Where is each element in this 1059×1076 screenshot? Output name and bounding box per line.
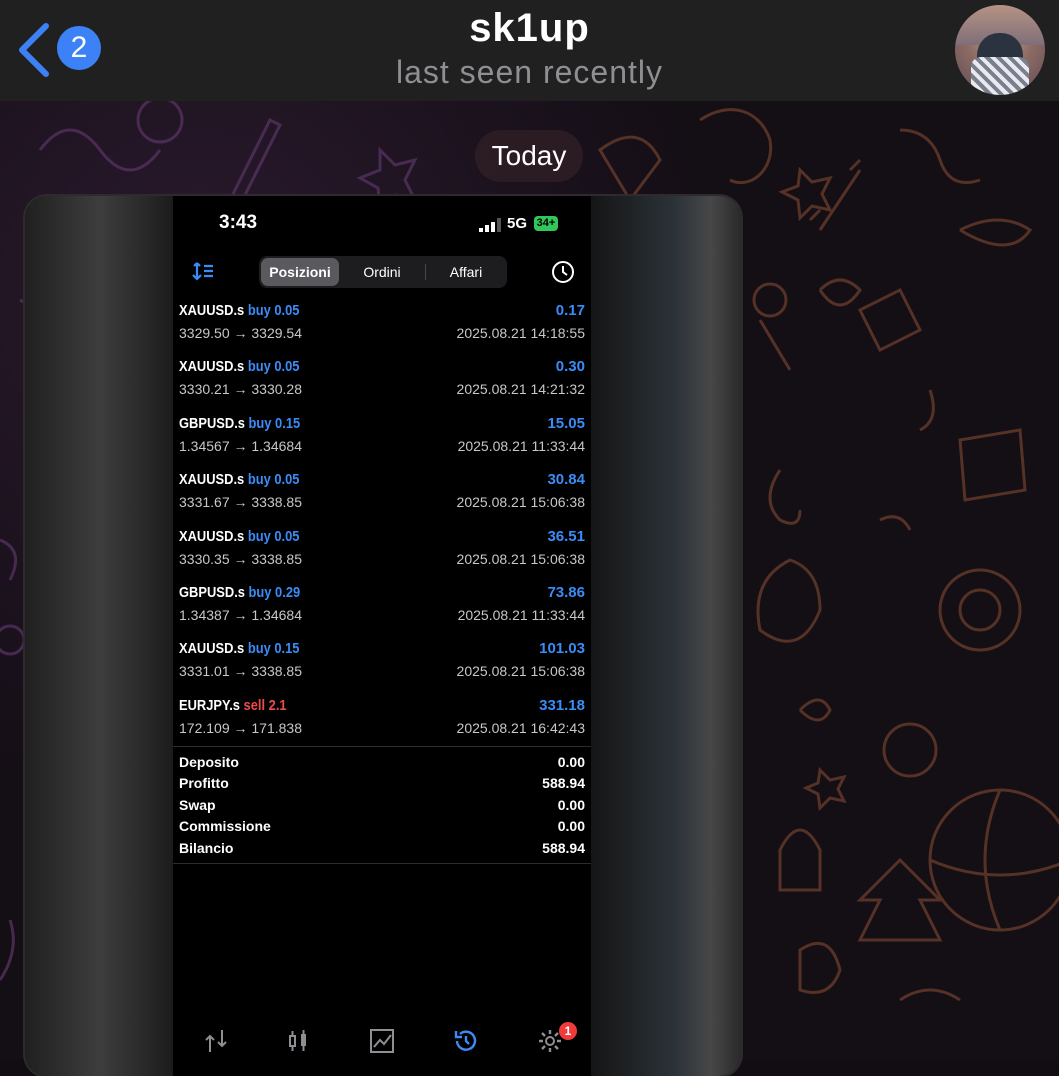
trade-row[interactable]: XAUUSD.s buy 0.05 3329.50 → 3329.54 0.17 20… — [173, 302, 591, 358]
trade-action: buy 0.05 — [247, 471, 300, 489]
trade-chart-icon[interactable] — [369, 1028, 395, 1054]
trade-symbol: XAUUSD.s — [179, 302, 245, 319]
trade-action: buy 0.05 — [247, 302, 300, 319]
summary-row: Profitto 588.94 — [179, 775, 585, 796]
phone-screenshot: 3:43 5G 34+ Posizioni Ordini Affari XAUU… — [173, 196, 591, 1076]
summary-row: Commissione 0.00 — [179, 818, 585, 839]
summary-value: 0.00 — [557, 796, 585, 813]
trade-symbol-action: EURJPY.s sell 2.1 — [179, 697, 287, 714]
tab-divider — [425, 264, 426, 280]
trade-prices: 3331.01 → 3338.85 — [179, 663, 302, 680]
tab-posizioni[interactable]: Posizioni — [261, 258, 339, 286]
image-message[interactable]: 3:43 5G 34+ Posizioni Ordini Affari XAUU… — [25, 196, 741, 1076]
trade-profit: 101.03 — [539, 640, 585, 658]
trade-action: buy 0.05 — [247, 358, 300, 376]
trade-prices: 1.34387 → 1.34684 — [179, 607, 302, 623]
trade-datetime: 2025.08.21 15:06:38 — [456, 494, 585, 511]
trade-prices: 3330.35 → 3338.85 — [179, 550, 302, 567]
tab-affari[interactable]: Affari — [427, 258, 505, 286]
summary-bottom-divider — [173, 863, 591, 864]
trade-profit: 0.30 — [555, 358, 585, 376]
trade-symbol-action: XAUUSD.s buy 0.05 — [179, 528, 299, 545]
chat-status: last seen recently — [395, 54, 663, 90]
trade-row[interactable]: XAUUSD.s buy 0.05 3330.35 → 3338.85 36.51 2… — [173, 528, 591, 584]
trade-prices: 3331.67 → 3338.85 — [179, 494, 302, 511]
clock-icon[interactable] — [551, 260, 575, 284]
trade-symbol-action: GBPUSD.s buy 0.15 — [179, 415, 300, 432]
trade-symbol-action: XAUUSD.s buy 0.05 — [179, 302, 299, 319]
summary-row: Deposito 0.00 — [179, 754, 585, 775]
settings-notification-badge: 1 — [559, 1022, 577, 1040]
trade-datetime: 2025.08.21 11:33:44 — [457, 607, 585, 623]
network-label: 5G — [507, 215, 528, 232]
summary-row: Swap 0.00 — [179, 797, 585, 818]
trade-symbol-action: GBPUSD.s buy 0.29 — [179, 584, 300, 601]
chat-title[interactable]: sk1up — [0, 6, 1059, 51]
trade-prices: 172.109 → 171.838 — [179, 719, 302, 736]
quotes-arrows-icon[interactable] — [203, 1028, 229, 1054]
trade-prices: 1.34567 → 1.34684 — [179, 437, 302, 454]
trade-profit: 30.84 — [547, 471, 585, 489]
trade-profit: 73.86 — [547, 584, 585, 601]
trade-symbol-action: XAUUSD.s buy 0.15 — [179, 640, 299, 657]
trade-row[interactable]: GBPUSD.s buy 0.29 1.34387 → 1.34684 73.86 2… — [173, 584, 591, 640]
avatar-scarf — [971, 57, 1029, 95]
trade-profit: 0.17 — [555, 302, 585, 319]
trade-datetime: 2025.08.21 14:21:32 — [456, 381, 585, 398]
trade-symbol: GBPUSD.s — [179, 584, 245, 601]
tab-ordini[interactable]: Ordini — [343, 258, 421, 286]
status-bar-time: 3:43 — [219, 212, 258, 233]
summary-label: Swap — [179, 796, 216, 813]
chat-header: 2 sk1up last seen recently — [0, 0, 1059, 101]
summary-divider — [173, 746, 591, 747]
trade-profit: 15.05 — [547, 414, 585, 432]
trade-prices: 3329.50 → 3329.54 — [179, 325, 302, 341]
trade-row[interactable]: XAUUSD.s buy 0.05 3330.21 → 3330.28 0.30 20… — [173, 358, 591, 414]
trade-action: buy 0.29 — [248, 584, 301, 601]
blurred-background-right — [591, 196, 741, 1076]
summary-value: 0.00 — [557, 754, 585, 770]
trade-profit: 36.51 — [547, 527, 585, 545]
trade-action: buy 0.15 — [247, 640, 300, 658]
summary-row: Bilancio 588.94 — [179, 840, 585, 861]
trade-symbol: XAUUSD.s — [179, 527, 245, 545]
candlestick-chart-icon[interactable] — [285, 1028, 311, 1054]
trade-row[interactable]: XAUUSD.s buy 0.15 3331.01 → 3338.85 101.03… — [173, 640, 591, 696]
trade-datetime: 2025.08.21 15:06:38 — [456, 550, 585, 567]
battery-icon: 34+ — [534, 216, 558, 231]
summary-label: Bilancio — [179, 839, 234, 856]
summary-label: Commissione — [179, 818, 271, 835]
trade-action: buy 0.05 — [247, 527, 300, 545]
trade-symbol-action: XAUUSD.s buy 0.05 — [179, 471, 299, 488]
trade-row[interactable]: XAUUSD.s buy 0.05 3331.67 → 3338.85 30.84 2… — [173, 471, 591, 527]
trade-datetime: 2025.08.21 14:18:55 — [456, 325, 585, 341]
trade-datetime: 2025.08.21 11:33:44 — [457, 437, 585, 454]
signal-icon — [479, 218, 501, 232]
trade-symbol-action: XAUUSD.s buy 0.05 — [179, 358, 299, 375]
trade-profit: 331.18 — [539, 696, 585, 714]
summary-value: 588.94 — [542, 839, 585, 856]
summary-value: 588.94 — [542, 775, 585, 792]
trade-action: sell 2.1 — [243, 696, 287, 714]
trade-symbol: XAUUSD.s — [179, 640, 245, 658]
trade-row[interactable]: EURJPY.s sell 2.1 172.109 → 171.838 331.18… — [173, 697, 591, 753]
trade-row[interactable]: GBPUSD.s buy 0.15 1.34567 → 1.34684 15.05 2… — [173, 415, 591, 471]
trade-symbol: XAUUSD.s — [179, 358, 245, 376]
sort-icon[interactable] — [192, 260, 214, 282]
trade-action: buy 0.15 — [248, 414, 301, 432]
trade-datetime: 2025.08.21 16:42:43 — [456, 719, 585, 736]
history-tabs: Posizioni Ordini Affari — [259, 256, 507, 288]
trade-symbol: EURJPY.s — [179, 696, 240, 714]
summary-label: Profitto — [179, 775, 229, 792]
summary-label: Deposito — [179, 754, 239, 770]
blurred-background-left — [25, 196, 175, 1076]
summary-value: 0.00 — [557, 818, 585, 835]
trade-symbol: XAUUSD.s — [179, 471, 245, 489]
history-icon[interactable] — [453, 1028, 479, 1054]
trade-datetime: 2025.08.21 15:06:38 — [456, 663, 585, 680]
avatar[interactable] — [955, 5, 1045, 95]
trade-prices: 3330.21 → 3330.28 — [179, 381, 302, 398]
date-separator: Today — [475, 130, 583, 182]
trade-symbol: GBPUSD.s — [179, 414, 245, 432]
